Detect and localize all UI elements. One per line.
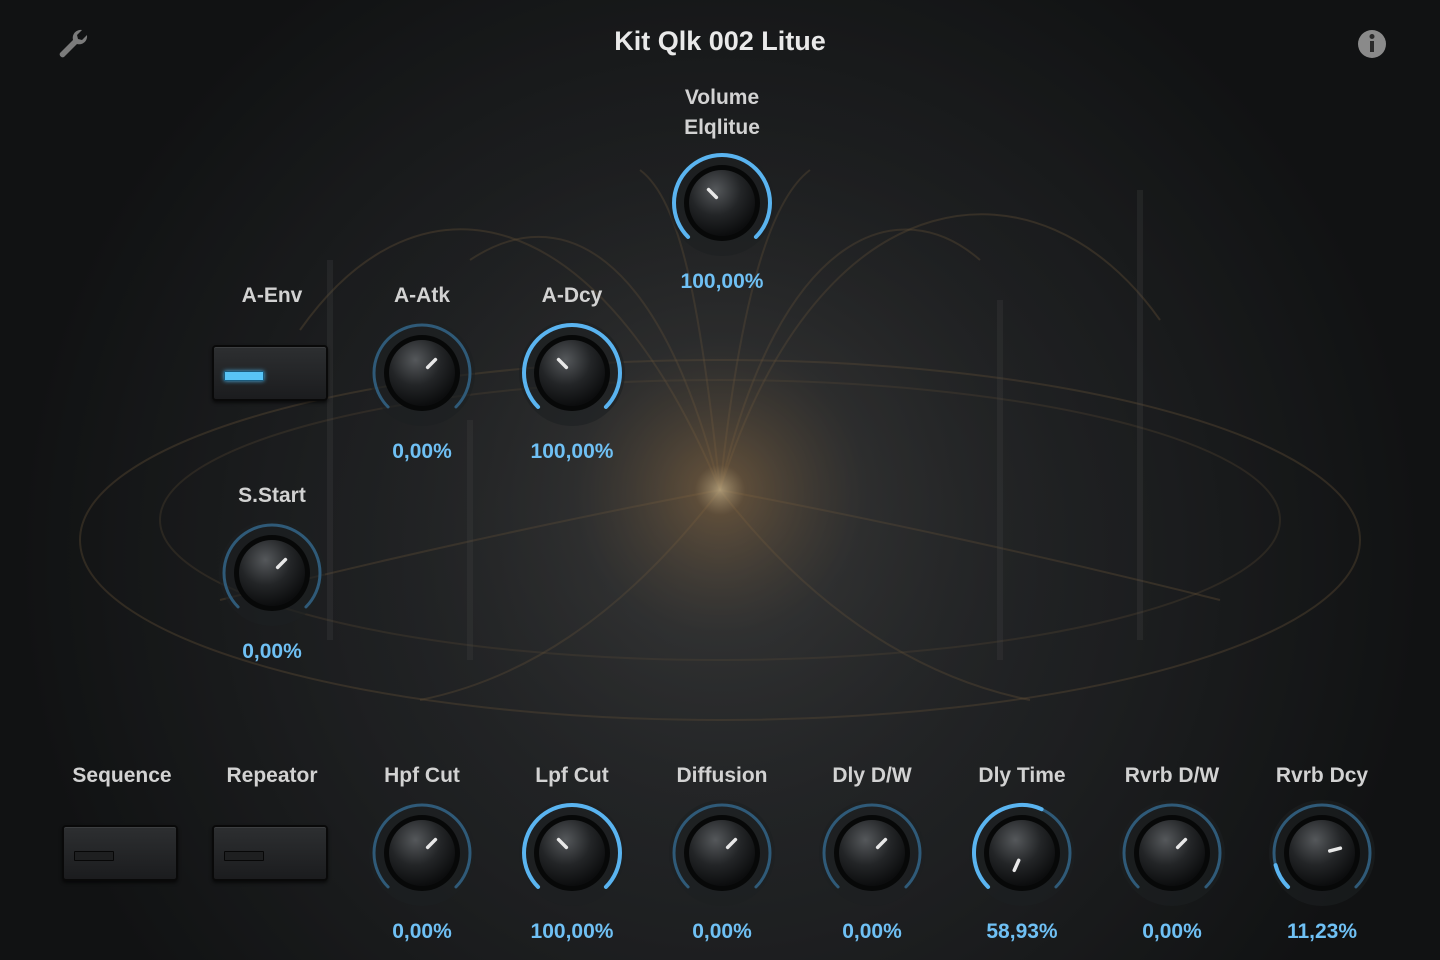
rvrb-dcy-label: Rvrb Dcy [1275, 764, 1369, 787]
a-dcy-knob[interactable] [517, 318, 627, 428]
knob-cap [539, 820, 605, 886]
s-start-knob[interactable] [217, 518, 327, 628]
info-icon [1358, 30, 1386, 58]
knob-graphic [669, 800, 775, 906]
rvrb-dw-label: Rvrb D/W [1124, 764, 1220, 787]
dly-dw-label: Dly D/W [832, 764, 912, 787]
info-button[interactable] [1352, 24, 1392, 64]
sequence-label: Sequence [72, 764, 172, 787]
repeator-label: Repeator [226, 764, 318, 787]
hpf-cut-knob[interactable] [367, 798, 477, 908]
a-env-toggle[interactable] [212, 345, 328, 401]
knob-cap [239, 540, 305, 606]
hpf-cut-value: 0,00% [392, 920, 452, 943]
knob-cap [389, 820, 455, 886]
s-start-value: 0,00% [242, 640, 302, 663]
knob-graphic [1119, 800, 1225, 906]
rvrb-dw-value: 0,00% [1142, 920, 1202, 943]
knob-cap [539, 340, 605, 406]
a-atk-label: A-Atk [394, 284, 450, 307]
lpf-cut-value: 100,00% [530, 920, 614, 943]
dly-dw-value: 0,00% [842, 920, 902, 943]
knob-cap [689, 820, 755, 886]
knob-cap [839, 820, 905, 886]
knob-graphic [969, 800, 1075, 906]
diffusion-value: 0,00% [692, 920, 752, 943]
a-dcy-label: A-Dcy [541, 284, 603, 307]
knob-graphic [219, 520, 325, 626]
repeator-toggle[interactable] [212, 825, 328, 881]
diffusion-label: Diffusion [676, 764, 768, 787]
knob-graphic [669, 150, 775, 256]
s-start-label: S.Start [238, 484, 306, 507]
knob-graphic [369, 800, 475, 906]
a-env-label: A-Env [241, 284, 303, 307]
diffusion-knob[interactable] [667, 798, 777, 908]
rvrb-dcy-value: 11,23% [1286, 920, 1358, 943]
window-title: Kit Qlk 002 Litue [614, 26, 826, 56]
knob-graphic [1269, 800, 1375, 906]
knob-cap [1289, 820, 1355, 886]
hpf-cut-label: Hpf Cut [384, 764, 460, 787]
dly-dw-knob[interactable] [817, 798, 927, 908]
dly-time-label: Dly Time [978, 764, 1066, 787]
volume-label: Volume Elqlitue [684, 86, 760, 139]
knob-graphic [519, 800, 625, 906]
lpf-cut-knob[interactable] [517, 798, 627, 908]
sequence-toggle[interactable] [62, 825, 178, 881]
dly-time-value: 58,93% [986, 920, 1058, 943]
knob-cap [1139, 820, 1205, 886]
rvrb-dcy-knob[interactable] [1267, 798, 1377, 908]
volume-value: 100,00% [680, 270, 764, 293]
repeator-indicator [224, 851, 264, 861]
a-atk-value: 0,00% [392, 440, 452, 463]
knob-cap [989, 820, 1055, 886]
knob-cap [389, 340, 455, 406]
dly-time-knob[interactable] [967, 798, 1077, 908]
rvrb-dw-knob[interactable] [1117, 798, 1227, 908]
knob-graphic [519, 320, 625, 426]
a-env-indicator [224, 371, 264, 381]
volume-knob[interactable] [667, 148, 777, 258]
lpf-cut-label: Lpf Cut [535, 764, 609, 787]
a-atk-knob[interactable] [367, 318, 477, 428]
knob-graphic [819, 800, 925, 906]
knob-cap [689, 170, 755, 236]
knob-graphic [369, 320, 475, 426]
sequence-indicator [74, 851, 114, 861]
a-dcy-value: 100,00% [530, 440, 614, 463]
